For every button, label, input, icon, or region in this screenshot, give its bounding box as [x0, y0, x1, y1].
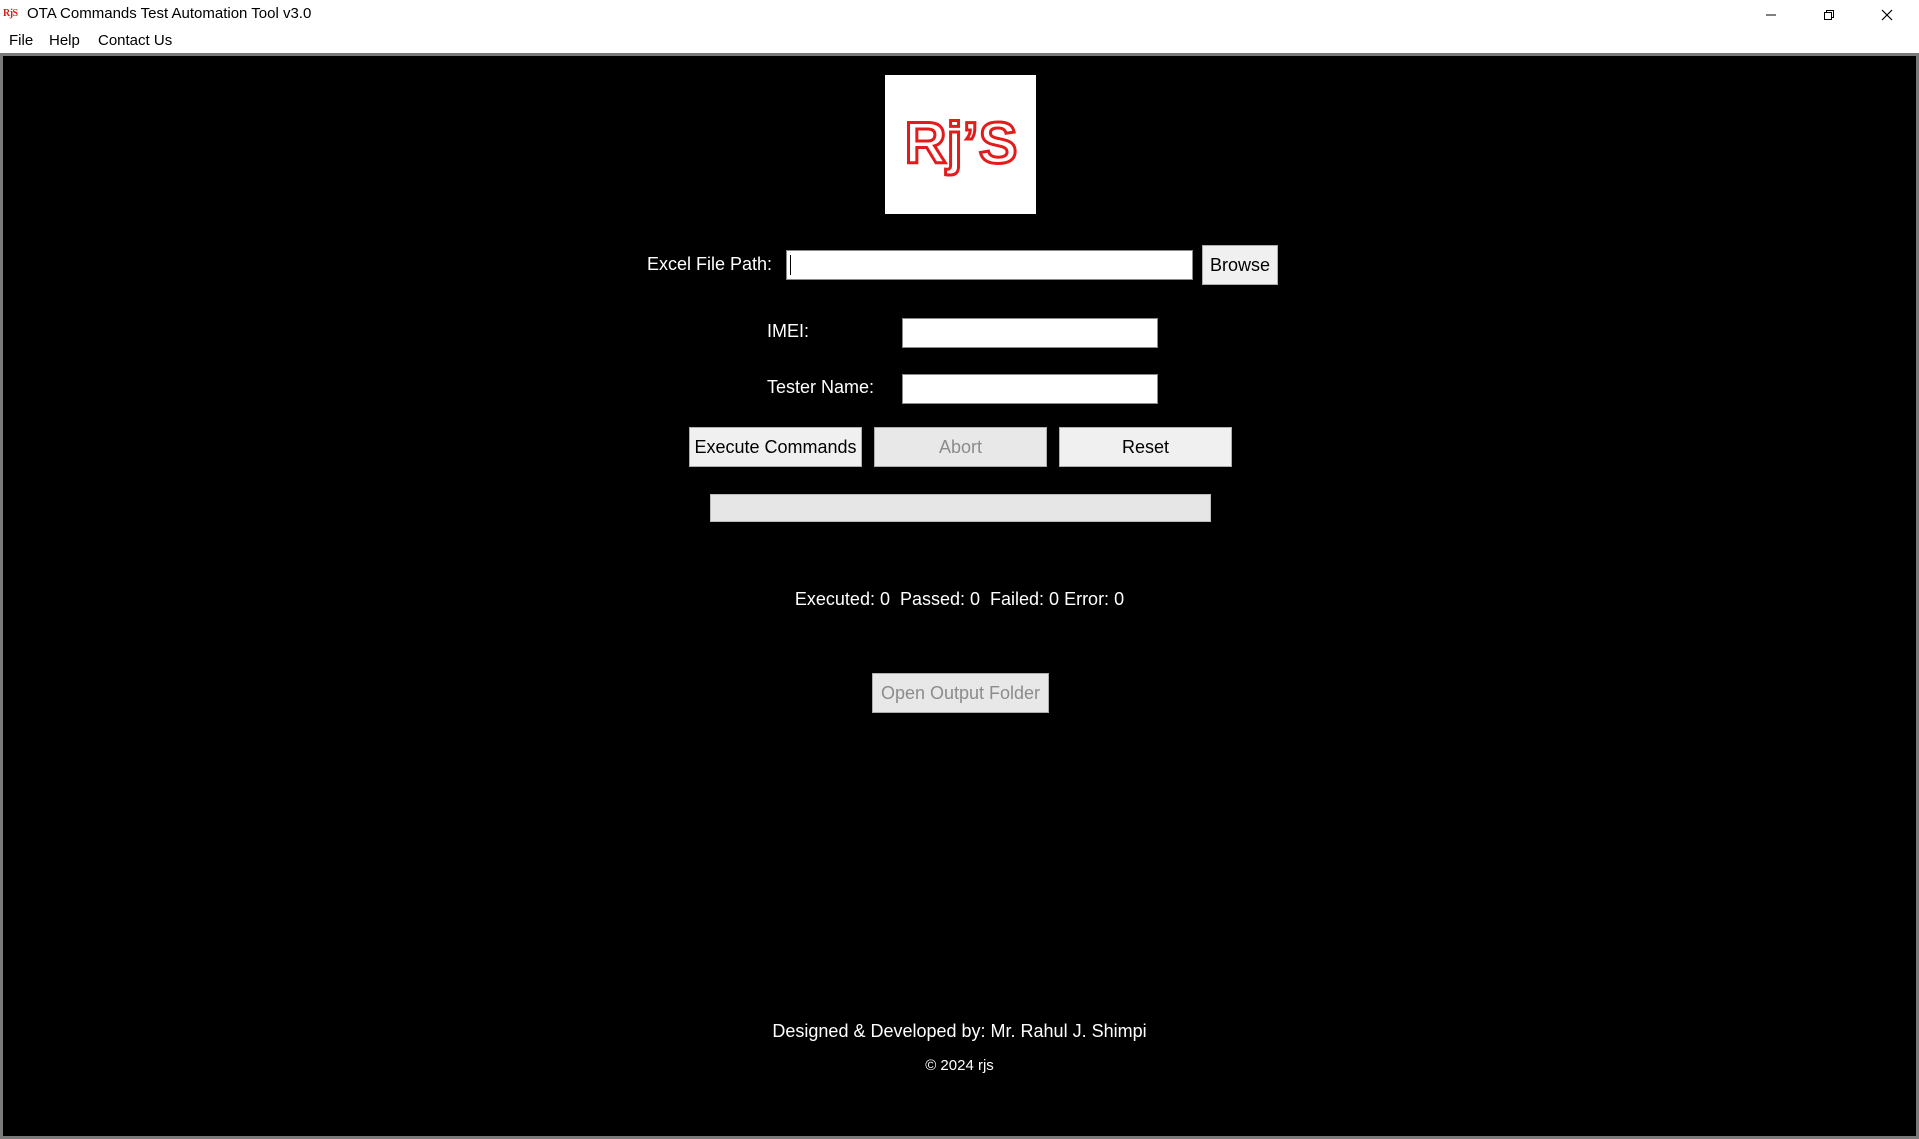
menu-contact-us[interactable]: Contact Us	[96, 32, 174, 49]
menu-bar: File Help Contact Us	[0, 29, 1919, 53]
tester-name-input[interactable]	[902, 374, 1158, 404]
text-caret	[790, 255, 791, 275]
app-icon: RjS	[3, 8, 18, 19]
app-window: RjS OTA Commands Test Automation Tool v3…	[0, 0, 1919, 1139]
progress-bar	[710, 494, 1211, 522]
tester-name-label: Tester Name:	[767, 377, 875, 397]
main-panel: Rj’S Excel File Path: Browse IMEI: Teste…	[3, 56, 1916, 1136]
close-button[interactable]	[1858, 0, 1916, 29]
restore-button[interactable]	[1800, 0, 1858, 29]
minimize-icon	[1766, 14, 1776, 15]
content-frame: Rj’S Excel File Path: Browse IMEI: Teste…	[0, 53, 1919, 1139]
title-bar[interactable]: RjS OTA Commands Test Automation Tool v3…	[0, 0, 1919, 29]
excel-file-path-label: Excel File Path:	[647, 254, 773, 274]
execution-stats: Executed: 0 Passed: 0 Failed: 0 Error: 0	[794, 589, 1125, 609]
menu-help[interactable]: Help	[47, 32, 82, 49]
imei-input[interactable]	[902, 318, 1158, 348]
restore-icon	[1824, 9, 1834, 20]
menu-file[interactable]: File	[7, 32, 35, 49]
rjs-logo: Rj’S	[885, 75, 1036, 214]
reset-button[interactable]: Reset	[1059, 427, 1232, 467]
developer-credit: Designed & Developed by: Mr. Rahul J. Sh…	[772, 1021, 1147, 1041]
abort-button[interactable]: Abort	[874, 427, 1047, 467]
excel-file-path-input[interactable]	[786, 250, 1193, 280]
close-icon	[1881, 9, 1893, 20]
rjs-logo-icon: Rj’S	[903, 109, 1019, 177]
window-title: OTA Commands Test Automation Tool v3.0	[27, 5, 312, 22]
execute-commands-button[interactable]: Execute Commands	[689, 427, 862, 467]
copyright-text: © 2024 rjs	[925, 1057, 994, 1074]
browse-button[interactable]: Browse	[1202, 245, 1278, 285]
imei-label: IMEI:	[767, 321, 810, 341]
minimize-button[interactable]	[1742, 0, 1800, 29]
open-output-folder-button[interactable]: Open Output Folder	[872, 673, 1049, 713]
svg-text:Rj’S: Rj’S	[904, 111, 1017, 176]
